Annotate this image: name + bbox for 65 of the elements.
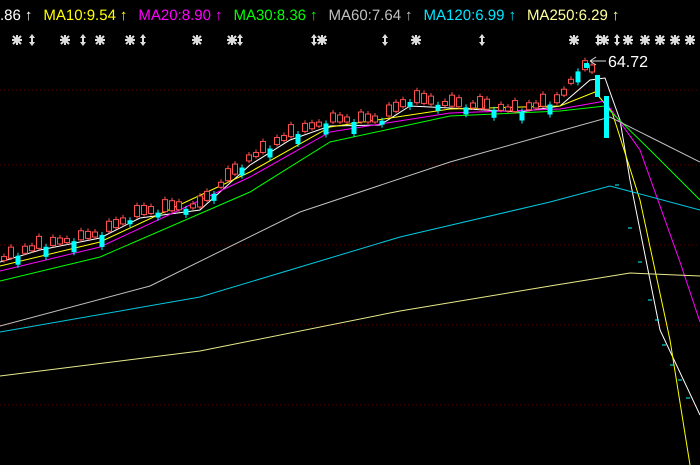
candlestick: [72, 238, 76, 256]
moving-average-value: MA120:6.99: [424, 6, 504, 24]
candlestick: [324, 120, 328, 138]
candlestick: [100, 231, 104, 250]
double-arrow-marker-icon[interactable]: [311, 34, 317, 46]
moving-average-value: MA20:8.90: [138, 6, 211, 24]
candlestick: [44, 243, 48, 260]
candlestick: [212, 190, 216, 204]
trend-arrow: ↑: [214, 6, 222, 24]
asterisk-marker-icon[interactable]: [640, 35, 650, 45]
candlestick: [352, 118, 356, 138]
asterisk-marker-icon[interactable]: [317, 35, 327, 45]
double-arrow-marker-icon[interactable]: [29, 34, 35, 46]
double-arrow-marker-icon[interactable]: [614, 34, 620, 46]
asterisk-marker-icon[interactable]: [670, 35, 680, 45]
moving-average-value: MA30:8.36: [233, 6, 306, 24]
asterisk-marker-icon[interactable]: [685, 35, 695, 45]
candlestick: [492, 106, 496, 122]
asterisk-marker-icon[interactable]: [569, 35, 579, 45]
candlestick: [548, 101, 552, 118]
trend-arrow: ↑: [24, 6, 32, 24]
asterisk-marker-icon[interactable]: [623, 35, 633, 45]
candlestick: [408, 98, 412, 110]
asterisk-marker-icon[interactable]: [655, 35, 665, 45]
asterisk-marker-icon[interactable]: [95, 35, 105, 45]
candlestick: [520, 108, 524, 124]
candlestick: [604, 96, 609, 138]
candlestick: [614, 184, 620, 186]
asterisk-marker-icon[interactable]: [125, 35, 135, 45]
candlestick: [436, 101, 440, 114]
asterisk-marker-icon[interactable]: [411, 35, 421, 45]
candlestick: [464, 104, 468, 118]
moving-average-value: MA10:9.54: [43, 6, 116, 24]
candlestick: [156, 209, 160, 222]
candlestick: [268, 145, 272, 161]
candlestick: [576, 68, 580, 86]
pointer-arrow-icon: [590, 56, 606, 66]
candlestick: [184, 205, 188, 218]
peak-price-label: 64.72: [608, 54, 648, 71]
moving-average-value: MA60:7.64: [328, 6, 402, 24]
double-arrow-marker-icon[interactable]: [479, 34, 485, 46]
candlestick: [240, 164, 244, 180]
moving-average-value: MA250:6.29: [526, 6, 608, 24]
candlestick: [380, 117, 384, 128]
double-arrow-marker-icon[interactable]: [80, 34, 86, 46]
asterisk-marker-icon[interactable]: [227, 35, 237, 45]
candlestick: [16, 252, 20, 268]
candlestick: [670, 364, 674, 366]
double-arrow-marker-icon[interactable]: [595, 34, 601, 46]
moving-average-value: .86: [0, 6, 21, 24]
double-arrow-marker-icon[interactable]: [382, 34, 388, 46]
double-arrow-marker-icon[interactable]: [140, 34, 146, 46]
trend-arrow: ↑: [612, 6, 620, 24]
asterisk-marker-icon[interactable]: [60, 35, 70, 45]
trend-arrow: ↑: [120, 6, 128, 24]
candlestick: [296, 130, 300, 148]
asterisk-marker-icon[interactable]: [12, 35, 22, 45]
candlestick: [662, 344, 666, 346]
asterisk-marker-icon[interactable]: [192, 35, 202, 45]
trend-arrow: ↑: [405, 6, 413, 24]
asterisk-marker-icon[interactable]: [599, 35, 609, 45]
double-arrow-marker-icon[interactable]: [237, 34, 243, 46]
trend-arrow: ↑: [508, 6, 516, 24]
candlestick: [128, 216, 132, 228]
trend-arrow: ↑: [310, 6, 318, 24]
